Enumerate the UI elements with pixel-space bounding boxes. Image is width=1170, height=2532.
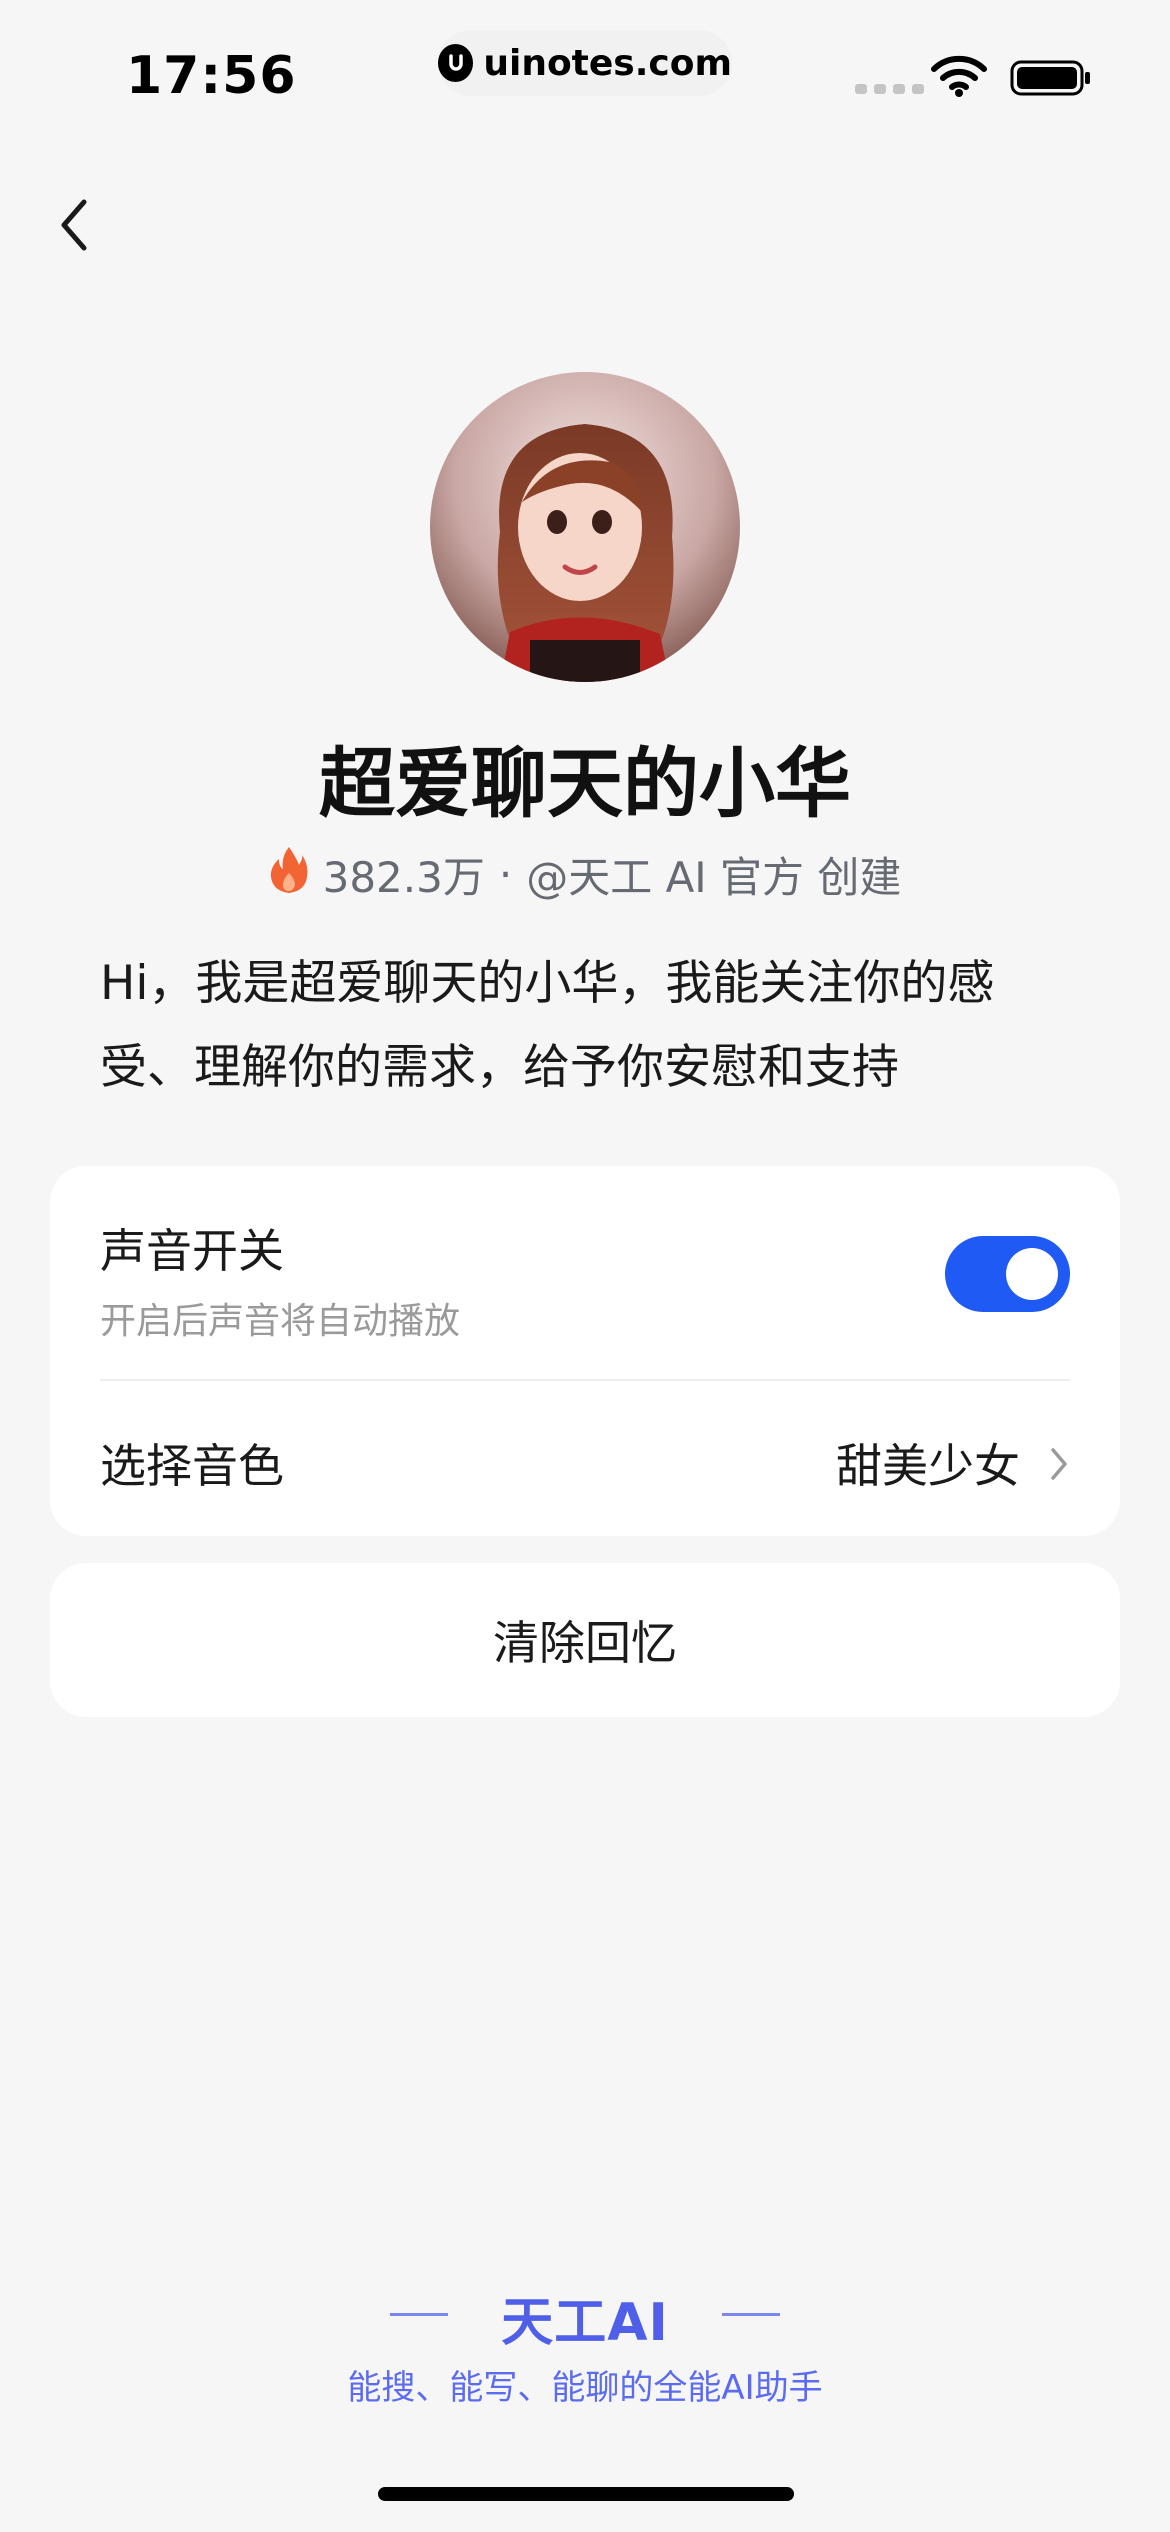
clear-memory-button[interactable]: 清除回忆: [50, 1563, 1120, 1717]
character-name: 超爱聊天的小华: [319, 739, 851, 828]
back-button[interactable]: [50, 190, 106, 260]
url-pill[interactable]: uinotes.com: [438, 30, 732, 96]
sound-switch-subtitle: 开启后声音将自动播放: [100, 1301, 461, 1342]
signal-icon: [855, 84, 924, 94]
meta-separator: ·: [498, 850, 513, 899]
sound-toggle[interactable]: [945, 1236, 1070, 1312]
url-text: uinotes.com: [483, 42, 732, 84]
voice-select-value[interactable]: 甜美少女: [836, 1430, 1020, 1496]
flame-icon: [269, 845, 309, 905]
avatar: [430, 372, 740, 682]
heat-count: 382.3万: [322, 853, 485, 902]
creator-label[interactable]: @天工 AI 官方 创建: [526, 844, 901, 905]
brand-name: 天工AI: [501, 2293, 669, 2353]
sound-switch-title: 声音开关: [100, 1224, 284, 1278]
character-description: Hi，我是超爱聊天的小华，我能关注你的感受、理解你的需求，给予你安慰和支持: [100, 956, 995, 1095]
profile-meta: 382.3万 · @天工 AI 官方 创建: [0, 844, 1170, 905]
status-time: 17:56: [126, 46, 297, 106]
battery-icon: [1010, 60, 1092, 100]
home-indicator[interactable]: [378, 2487, 794, 2501]
brand-tagline: 能搜、能写、能聊的全能AI助手: [347, 2368, 823, 2408]
divider: [100, 1379, 1070, 1381]
wifi-icon: [930, 55, 988, 101]
site-logo-icon: [438, 44, 474, 82]
toggle-knob: [1006, 1248, 1058, 1300]
chevron-right-icon[interactable]: [1045, 1442, 1073, 1490]
chevron-left-icon: [61, 199, 87, 251]
voice-select-label[interactable]: 选择音色: [100, 1430, 284, 1496]
